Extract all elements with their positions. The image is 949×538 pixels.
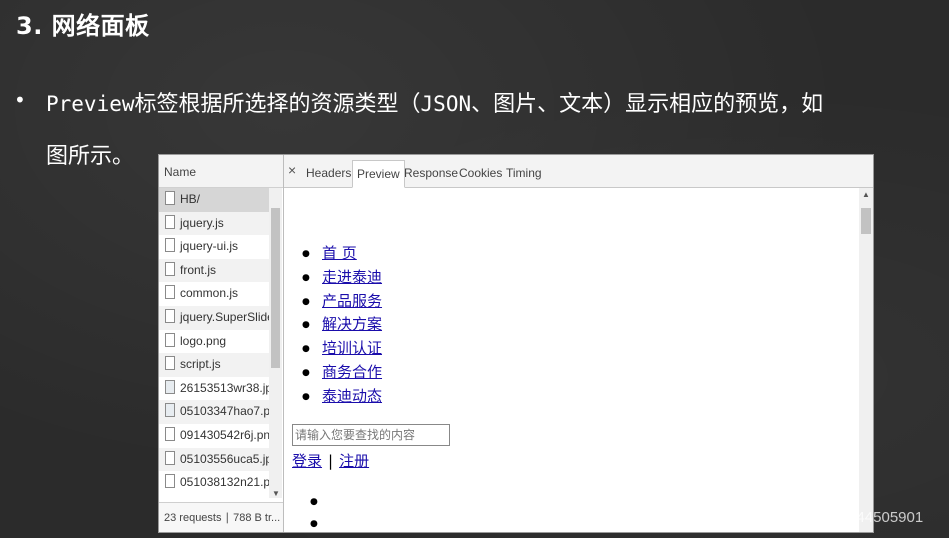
search-input[interactable]: 请输入您要查找的内容 xyxy=(292,424,450,446)
request-row[interactable]: jquery.SuperSlide.j xyxy=(159,305,269,330)
tab-headers[interactable]: Headers xyxy=(302,160,355,186)
tab-response[interactable]: Response xyxy=(400,160,462,186)
request-name: jquery.js xyxy=(180,215,224,230)
request-name: front.js xyxy=(180,262,217,277)
document-icon xyxy=(165,332,175,347)
list-item: 解决方案 xyxy=(302,313,382,337)
devtools-network-panel: Name HB/jquery.js jquery-ui.js front.js com… xyxy=(158,154,874,533)
login-link[interactable]: 登录 xyxy=(292,452,322,470)
request-summary: 23 requests ∣ 788 B tr... xyxy=(159,502,283,532)
document-icon xyxy=(165,356,175,371)
list-item: 泰迪动态 xyxy=(302,385,382,409)
request-row[interactable]: front.js xyxy=(159,258,269,283)
list-item: 商务合作 xyxy=(302,361,382,385)
request-list-scrollbar[interactable]: ▼ xyxy=(269,188,282,498)
nav-link-business[interactable]: 商务合作 xyxy=(322,363,382,381)
nav-link-about[interactable]: 走进泰迪 xyxy=(322,268,382,286)
name-column-header[interactable]: Name xyxy=(159,155,283,188)
document-icon xyxy=(165,308,175,323)
request-list: HB/jquery.js jquery-ui.js front.js common.j… xyxy=(159,188,269,498)
nav-link-home[interactable]: 首 页 xyxy=(322,244,357,262)
tab-preview[interactable]: Preview xyxy=(352,160,405,188)
request-row[interactable]: 05103556uca5.jpg xyxy=(159,447,269,472)
list-bullet: ● xyxy=(310,519,318,529)
list-item: 培训认证 xyxy=(302,337,382,361)
document-icon xyxy=(165,450,175,465)
document-icon xyxy=(165,214,175,229)
request-row[interactable]: 26153513wr38.jpg xyxy=(159,377,269,401)
request-name: 26153513wr38.jpg xyxy=(180,380,269,395)
tab-cookies[interactable]: Cookies xyxy=(455,160,506,186)
watermark: https://blog.csdn.net/weixin_44505901 xyxy=(668,509,924,526)
request-name: common.js xyxy=(180,286,239,301)
document-icon xyxy=(165,285,175,300)
request-row[interactable]: 051038132n21.pn xyxy=(159,471,269,495)
bullet-text-line1: Preview标签根据所选择的资源类型（JSON、图片、文本）显示相应的预览，如 xyxy=(46,86,823,118)
nav-link-news[interactable]: 泰迪动态 xyxy=(322,387,382,405)
request-row[interactable]: HB/ xyxy=(159,188,269,212)
auth-links: 登录 | 注册 xyxy=(292,450,369,471)
scroll-down-arrow-icon[interactable]: ▼ xyxy=(272,489,280,498)
nav-link-solutions[interactable]: 解决方案 xyxy=(322,315,382,333)
request-row[interactable]: script.js xyxy=(159,353,269,377)
nav-link-training[interactable]: 培训认证 xyxy=(322,339,382,357)
detail-tab-bar: × Headers Preview Response Cookies Timin… xyxy=(284,155,873,188)
document-icon xyxy=(165,426,175,441)
request-name: 051038132n21.pn xyxy=(180,475,269,490)
request-name: jquery.SuperSlide.j xyxy=(180,309,269,324)
document-icon xyxy=(165,191,175,205)
document-icon xyxy=(165,261,175,276)
image-icon xyxy=(165,379,175,394)
document-icon xyxy=(165,238,175,253)
list-item: 走进泰迪 xyxy=(302,266,382,290)
preview-nav-list: 首 页 走进泰迪 产品服务 解决方案 培训认证 商务合作 泰迪动态 xyxy=(302,242,382,409)
request-row[interactable]: logo.png xyxy=(159,330,269,354)
request-name: jquery-ui.js xyxy=(180,239,239,254)
bullet-text-line2: 图所示。 xyxy=(46,144,135,169)
close-icon[interactable]: × xyxy=(288,162,296,178)
request-row[interactable]: jquery.js xyxy=(159,211,269,236)
request-list-pane: Name HB/jquery.js jquery-ui.js front.js com… xyxy=(159,155,284,532)
preview-scrollbar[interactable]: ▲ xyxy=(859,188,873,532)
request-name: 091430542r6j.png xyxy=(180,427,269,442)
register-link[interactable]: 注册 xyxy=(339,452,369,470)
preview-content: 首 页 走进泰迪 产品服务 解决方案 培训认证 商务合作 泰迪动态 请输入您要查… xyxy=(284,188,859,532)
document-icon xyxy=(165,474,175,489)
scroll-up-arrow-icon[interactable]: ▲ xyxy=(862,190,870,199)
list-item: 首 页 xyxy=(302,242,382,266)
request-name: script.js xyxy=(180,357,221,372)
nav-link-products[interactable]: 产品服务 xyxy=(322,292,382,310)
request-name: 05103556uca5.jpg xyxy=(180,451,269,466)
request-row[interactable]: 05103347hao7.pn xyxy=(159,400,269,424)
slide-title: 3. 网络面板 xyxy=(16,12,150,40)
request-row[interactable]: jquery-ui.js xyxy=(159,235,269,259)
code-json: JSON xyxy=(420,92,472,116)
request-name: logo.png xyxy=(180,333,227,348)
code-preview: Preview xyxy=(46,92,135,116)
list-bullet: ● xyxy=(310,497,318,507)
request-name: HB/ xyxy=(180,192,201,206)
request-name: 05103347hao7.pn xyxy=(180,404,269,419)
request-row[interactable]: 091430542r6j.png xyxy=(159,424,269,448)
scrollbar-thumb[interactable] xyxy=(271,208,280,368)
text-segment-a: 标签根据所选择的资源类型（ xyxy=(134,92,421,117)
tab-timing[interactable]: Timing xyxy=(502,160,546,186)
list-item: 产品服务 xyxy=(302,290,382,314)
auth-separator: | xyxy=(328,452,334,470)
scrollbar-thumb[interactable] xyxy=(861,208,871,234)
request-row[interactable]: common.js xyxy=(159,282,269,306)
text-segment-b: 、图片、文本）显示相应的预览，如 xyxy=(471,92,824,117)
bullet-dot: • xyxy=(14,88,26,112)
image-icon xyxy=(165,403,175,418)
